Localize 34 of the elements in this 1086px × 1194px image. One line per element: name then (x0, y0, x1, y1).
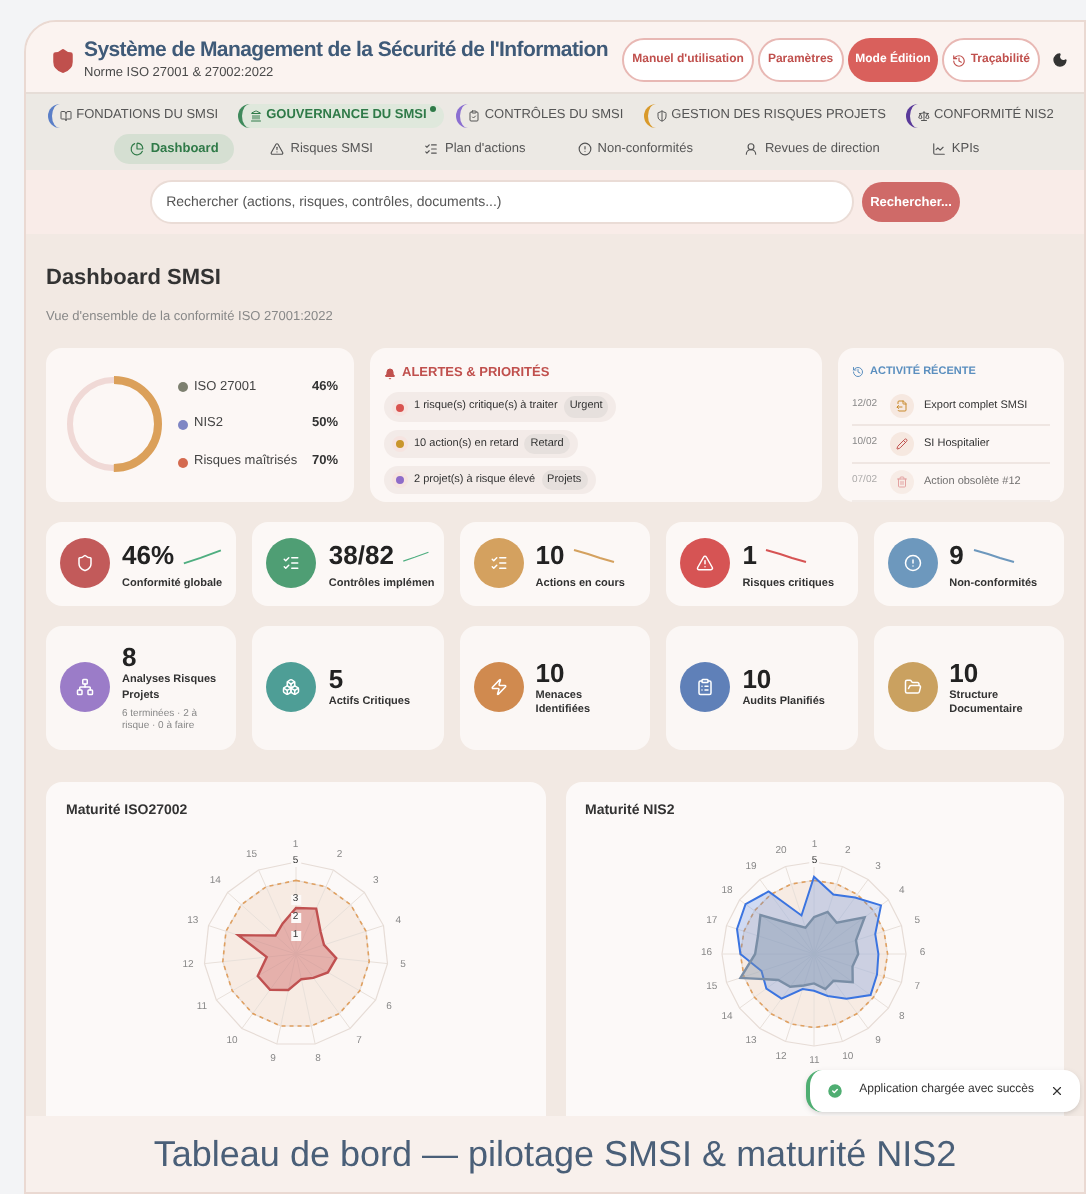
kpi-value: 9 (949, 538, 964, 574)
app-title: Système de Management de la Sécurité de l'Information (84, 38, 609, 65)
stat-value: 10 (949, 657, 981, 690)
bell-icon (384, 367, 396, 379)
close-icon[interactable] (1050, 1084, 1064, 1098)
tab-icon (744, 142, 759, 156)
stat-value: 10 (535, 657, 567, 690)
tab-icon (270, 142, 285, 156)
tab-icon (931, 142, 946, 156)
shield-icon (50, 47, 76, 74)
tab-icon (130, 142, 145, 156)
check-icon (825, 1082, 844, 1100)
tab-icon (424, 142, 439, 156)
history-icon (852, 365, 864, 378)
activity-icon (890, 431, 914, 456)
kpi-value: 1 (742, 538, 757, 574)
module-icon (60, 109, 73, 122)
kpi-value: 10 (535, 538, 565, 574)
module-icon (917, 109, 930, 122)
module-icon (468, 109, 481, 122)
kpi-value: 46% (122, 538, 175, 574)
caption-text: Tableau de bord — pilotage SMSI & maturité NIS2 (153, 1131, 957, 1178)
history-icon (952, 53, 967, 68)
stat-value: 5 (328, 664, 346, 696)
page-title: Dashboard SMSI (46, 264, 223, 295)
activity-icon (890, 393, 914, 418)
stat-value: 8 (122, 642, 139, 674)
kpi-value: 38/82 (328, 538, 394, 574)
stat-value: 10 (742, 664, 774, 696)
module-icon (250, 109, 263, 122)
dark-mode-icon[interactable] (1052, 52, 1068, 69)
module-icon (655, 109, 668, 122)
tab-icon (577, 142, 592, 156)
activity-icon (890, 469, 914, 494)
